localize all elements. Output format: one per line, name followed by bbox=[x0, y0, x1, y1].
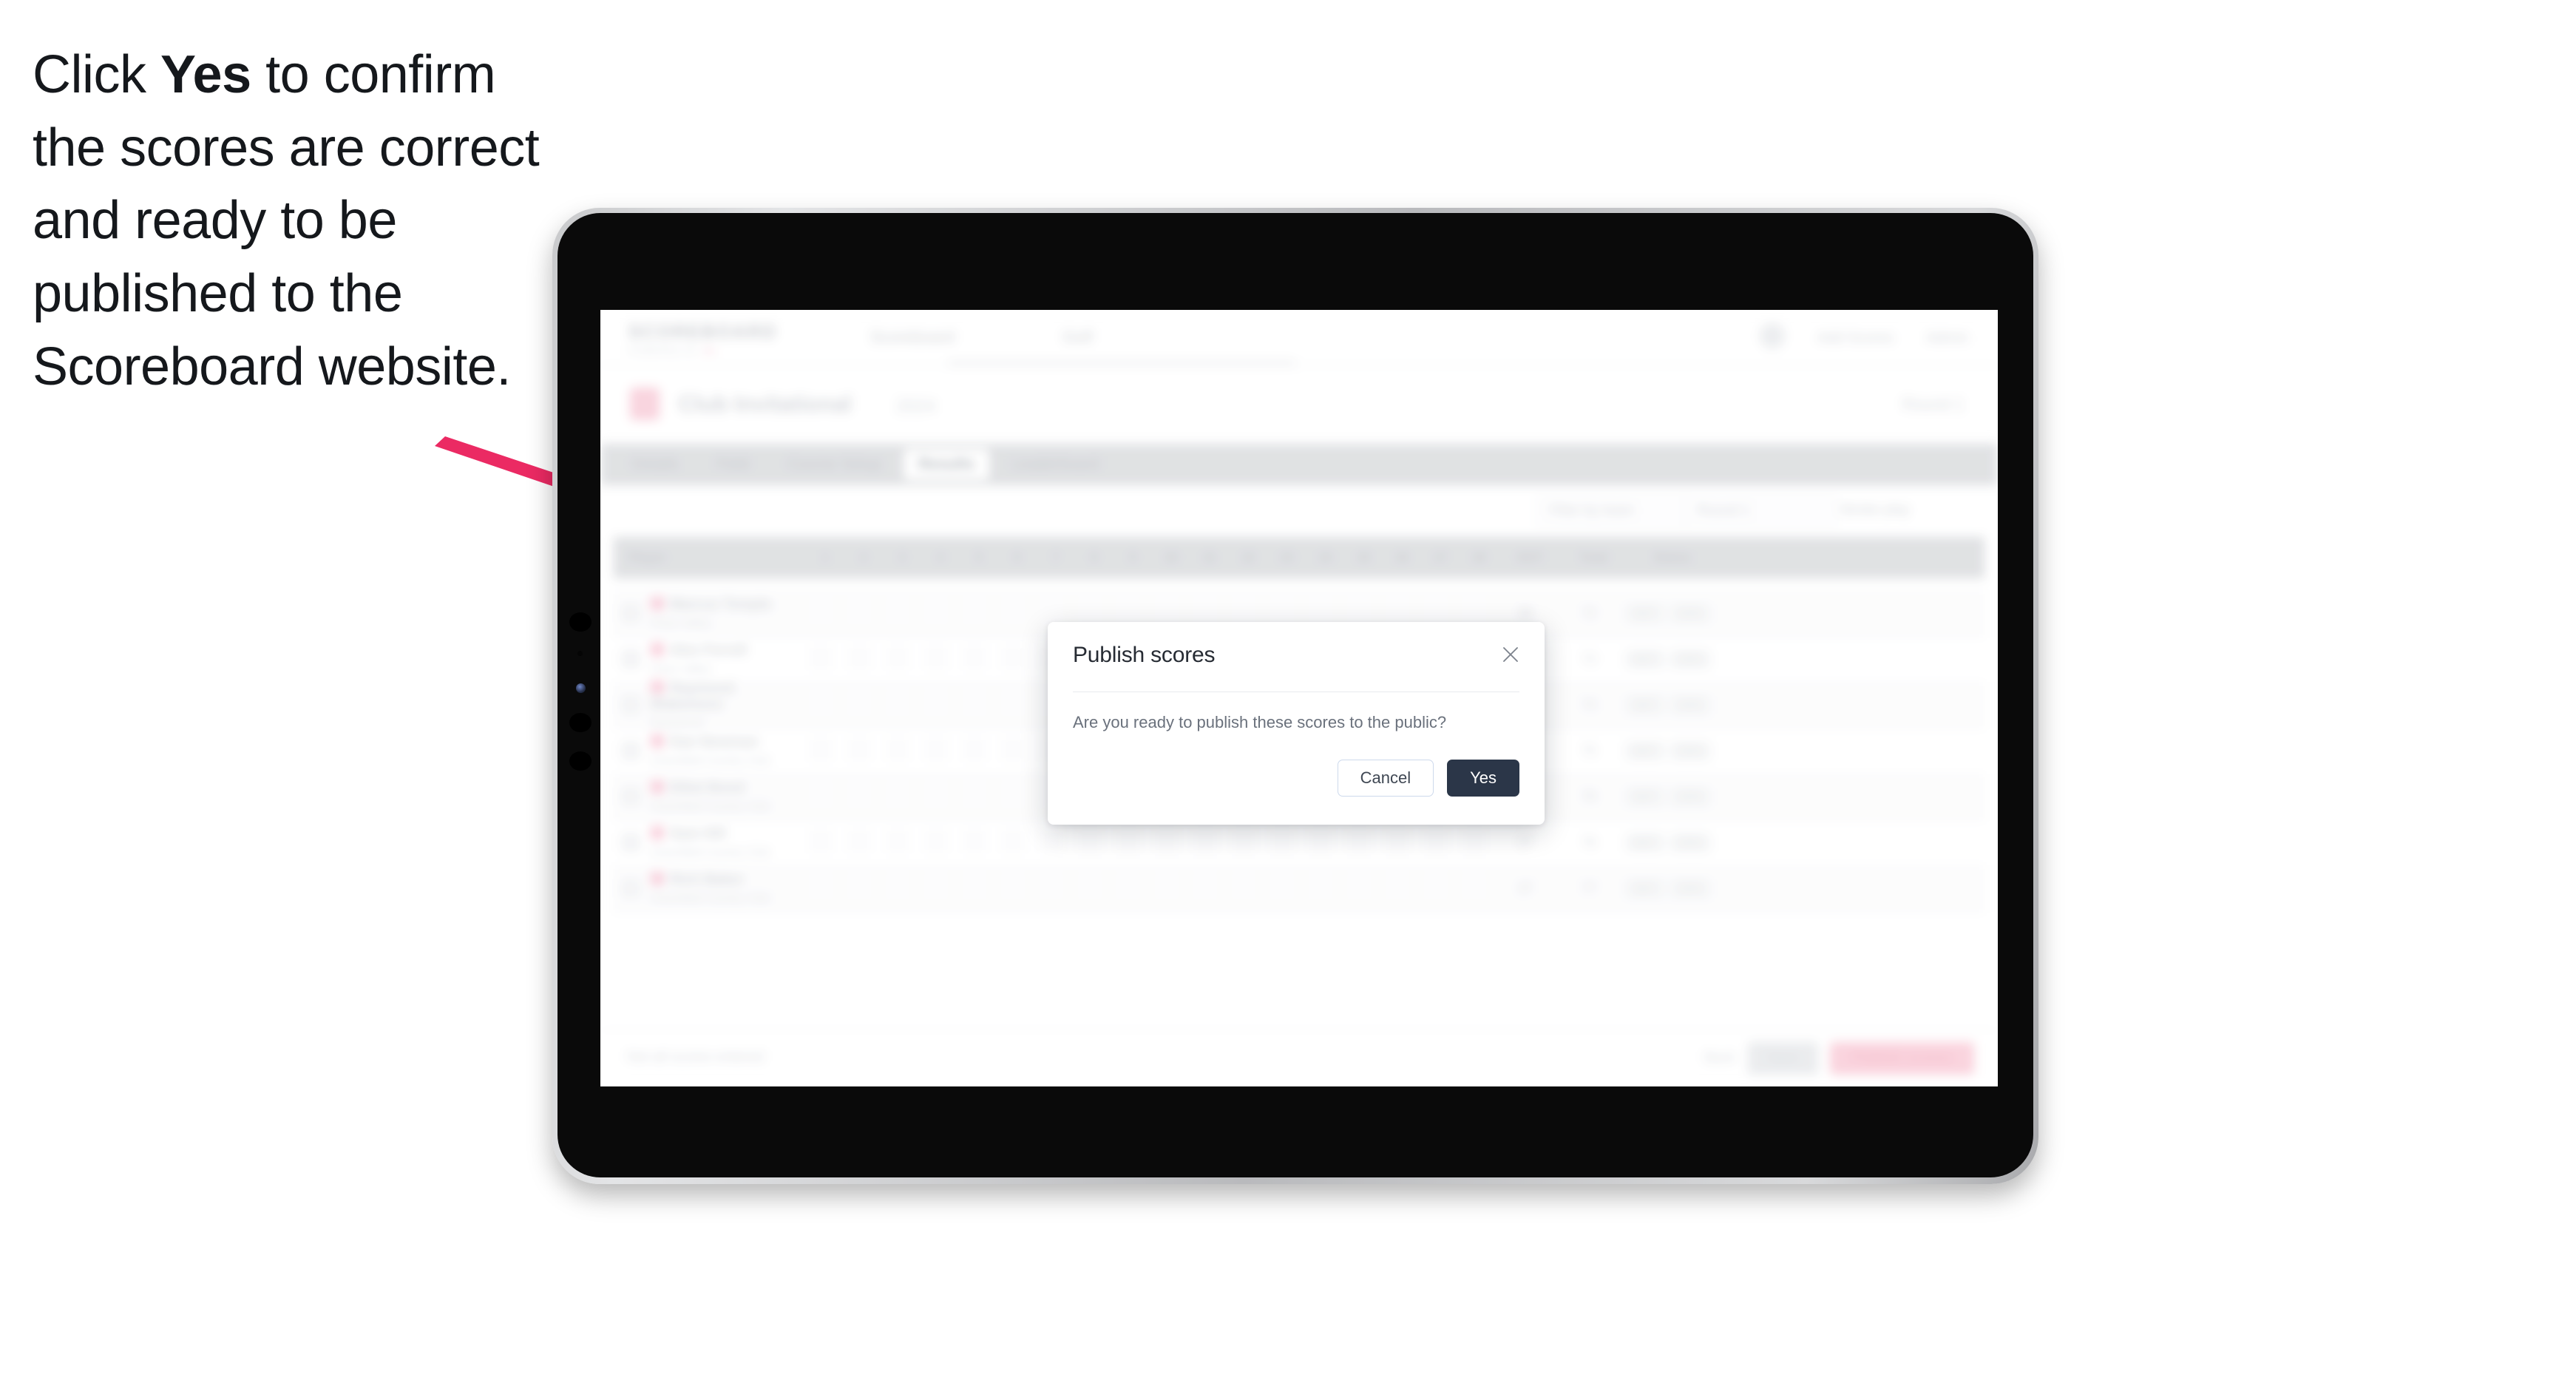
instruction-caption: Click Yes to confirm the scores are corr… bbox=[33, 38, 580, 403]
close-icon[interactable] bbox=[1496, 640, 1525, 669]
dialog-actions: Cancel Yes bbox=[1048, 734, 1545, 825]
publish-scores-dialog: Publish scores Are you ready to publish … bbox=[1048, 622, 1545, 825]
tablet-body: SCOREBOARD POWERED BY ●● Scoreboard Golf… bbox=[557, 213, 2033, 1177]
tablet-device: SCOREBOARD POWERED BY ●● Scoreboard Golf… bbox=[552, 208, 2038, 1184]
dialog-title: Publish scores bbox=[1073, 643, 1216, 667]
tablet-screen: SCOREBOARD POWERED BY ●● Scoreboard Golf… bbox=[600, 310, 1998, 1086]
yes-button[interactable]: Yes bbox=[1447, 759, 1519, 797]
cancel-button[interactable]: Cancel bbox=[1337, 759, 1434, 797]
camera-cluster-icon bbox=[568, 612, 594, 782]
dialog-header: Publish scores bbox=[1048, 622, 1545, 680]
dialog-message: Are you ready to publish these scores to… bbox=[1073, 713, 1447, 731]
caption-emphasis: Yes bbox=[160, 45, 251, 104]
caption-text-before: Click bbox=[33, 45, 160, 104]
